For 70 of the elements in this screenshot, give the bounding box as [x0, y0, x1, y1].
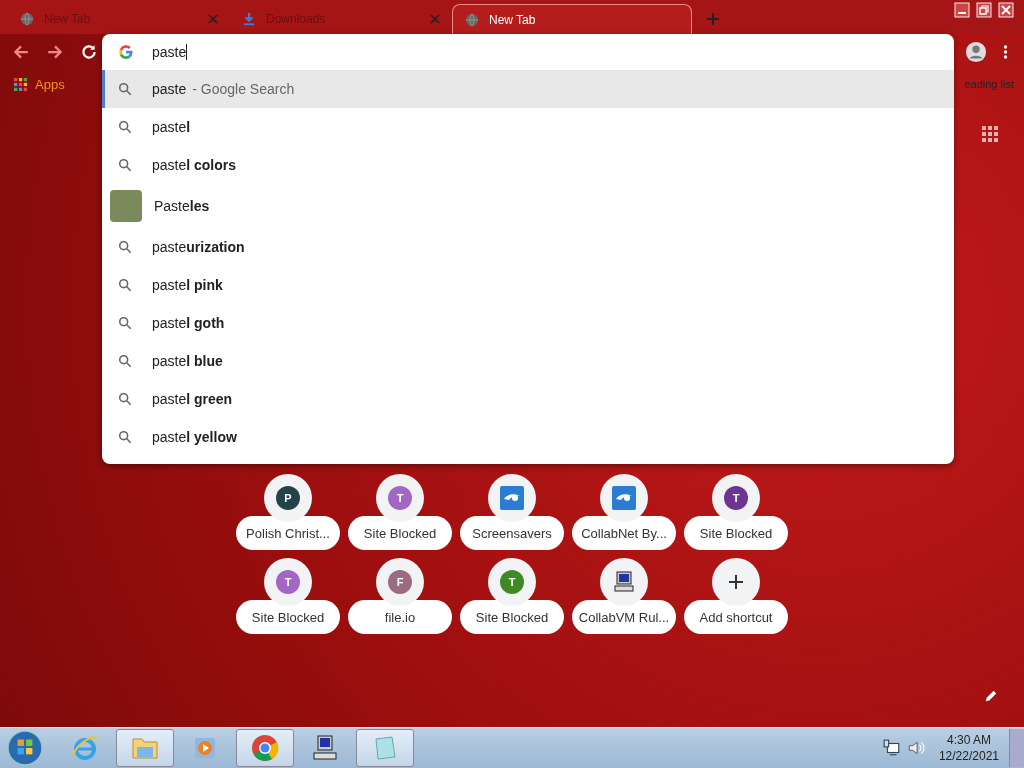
- shortcut-tile[interactable]: Site Blocked: [684, 516, 788, 550]
- minimize-icon[interactable]: [954, 2, 970, 18]
- profile-icon[interactable]: [965, 41, 987, 63]
- letter-icon[interactable]: F: [388, 570, 412, 594]
- menu-icon[interactable]: [1003, 44, 1008, 60]
- clock-date: 12/22/2021: [938, 748, 999, 764]
- globe-icon: [20, 12, 34, 26]
- letter-icon[interactable]: P: [276, 486, 300, 510]
- new-tab-icon[interactable]: [706, 12, 720, 26]
- google-apps-icon[interactable]: [982, 126, 998, 142]
- letter-icon[interactable]: T: [276, 570, 300, 594]
- shortcut-tile[interactable]: Polish Christ...: [236, 516, 340, 550]
- suggestion-item[interactable]: Pasteles: [102, 184, 954, 228]
- site-favicon-icon[interactable]: [612, 486, 636, 510]
- site-favicon-icon[interactable]: [500, 486, 524, 510]
- suggestion-item[interactable]: pastel: [102, 108, 954, 146]
- search-icon: [118, 392, 132, 406]
- computer-icon[interactable]: [612, 570, 636, 594]
- shortcut-tile[interactable]: Screensavers: [460, 516, 564, 550]
- suggestion-item[interactable]: pastel green: [102, 380, 954, 418]
- shortcut-tile[interactable]: Site Blocked: [348, 516, 452, 550]
- network-icon[interactable]: [882, 739, 901, 757]
- close-icon[interactable]: [430, 14, 440, 24]
- download-icon: [242, 12, 256, 26]
- thumbnail-placeholder: [110, 190, 142, 222]
- suggestion-item[interactable]: pastel goth: [102, 304, 954, 342]
- suggestion-item[interactable]: pastel blue: [102, 342, 954, 380]
- suggestion-item[interactable]: paste - Google Search: [102, 70, 954, 108]
- search-icon: [118, 240, 132, 254]
- shortcut-tile[interactable]: Add shortcut: [684, 600, 788, 634]
- search-icon: [118, 120, 132, 134]
- computer-icon: [310, 733, 340, 763]
- search-icon: [118, 316, 132, 330]
- search-icon: [118, 354, 132, 368]
- shortcut-tile[interactable]: file.io: [348, 600, 452, 634]
- search-icon: [118, 82, 132, 96]
- letter-icon[interactable]: T: [724, 486, 748, 510]
- forward-icon[interactable]: [46, 43, 64, 61]
- suggestion-item[interactable]: pastel pink: [102, 266, 954, 304]
- suggestion-item[interactable]: pastel yellow: [102, 418, 954, 456]
- clock[interactable]: 4:30 AM 12/22/2021: [938, 732, 999, 764]
- address-field[interactable]: paste: [152, 39, 954, 65]
- start-button[interactable]: [6, 729, 44, 767]
- taskbar-button[interactable]: [236, 729, 294, 767]
- back-icon[interactable]: [12, 43, 30, 61]
- shortcut-tile[interactable]: CollabNet By...: [572, 516, 676, 550]
- shortcut-tile[interactable]: CollabVM Rul...: [572, 600, 676, 634]
- chrome-icon: [250, 733, 280, 763]
- search-icon: [118, 430, 132, 444]
- suggestion-item[interactable]: pastel colors: [102, 146, 954, 184]
- apps-grid-icon: [14, 77, 27, 91]
- search-icon: [118, 278, 132, 292]
- letter-icon[interactable]: T: [500, 570, 524, 594]
- shortcut-tile[interactable]: Site Blocked: [460, 600, 564, 634]
- speaker-icon[interactable]: [906, 739, 925, 757]
- reload-icon[interactable]: [80, 43, 98, 61]
- apps-button[interactable]: Apps: [10, 74, 69, 94]
- globe-icon: [465, 12, 479, 27]
- plus-icon[interactable]: [727, 573, 745, 591]
- close-icon[interactable]: [208, 14, 218, 24]
- suggestion-description: - Google Search: [192, 81, 295, 97]
- browser-tab[interactable]: New Tab: [452, 4, 692, 34]
- restore-icon[interactable]: [976, 2, 992, 18]
- letter-icon[interactable]: T: [388, 486, 412, 510]
- suggestion-item[interactable]: pasteurization: [102, 228, 954, 266]
- clock-time: 4:30 AM: [946, 732, 991, 748]
- pencil-icon[interactable]: [984, 689, 998, 703]
- google-icon: [118, 44, 134, 60]
- search-icon: [118, 158, 132, 172]
- shortcut-tile[interactable]: Site Blocked: [236, 600, 340, 634]
